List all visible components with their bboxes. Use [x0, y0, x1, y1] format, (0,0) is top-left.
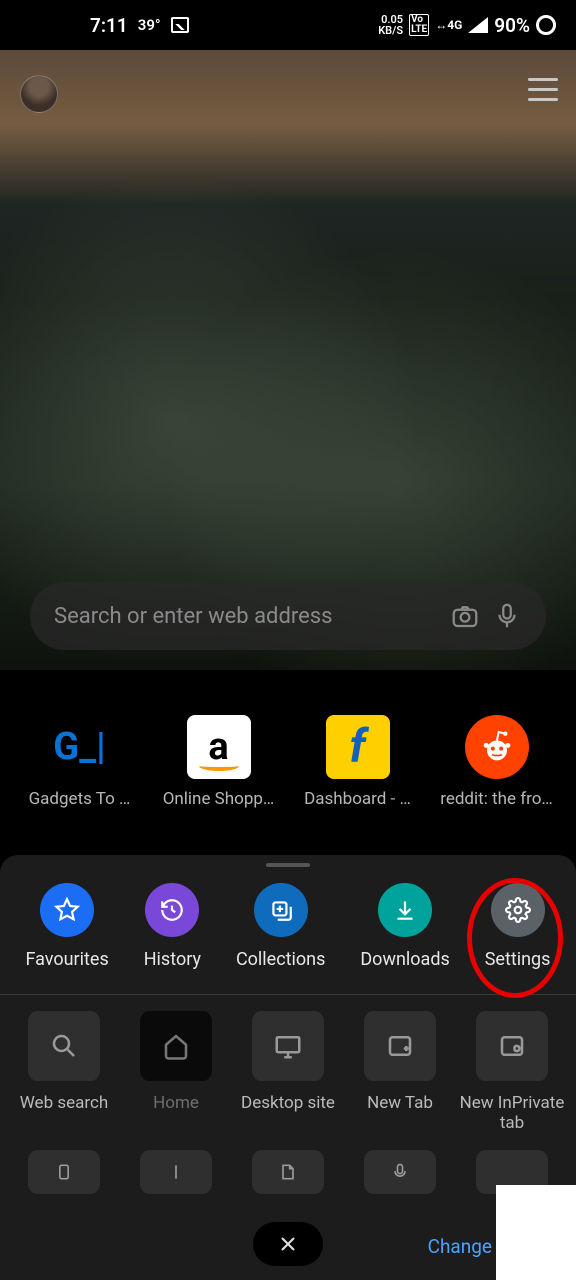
action-partial-3[interactable] [233, 1150, 343, 1194]
gadgets-icon: G_| [48, 715, 112, 779]
menu-label: Collections [236, 949, 325, 970]
menu-label: Downloads [360, 949, 449, 970]
menu-label: Favourites [25, 949, 108, 970]
menu-button[interactable] [528, 78, 558, 101]
close-button[interactable] [253, 1222, 323, 1266]
action-web-search[interactable]: Web search [9, 1011, 119, 1134]
change-link[interactable]: Change [428, 1235, 492, 1258]
download-icon [378, 883, 432, 937]
menu-collections[interactable]: Collections [236, 883, 325, 970]
shortcut-label: Online Shopp… [154, 789, 284, 809]
menu-settings[interactable]: Settings [485, 883, 551, 970]
bottom-sheet: Favourites History Collections Downloads… [0, 855, 576, 1280]
action-desktop-site[interactable]: Desktop site [233, 1011, 343, 1134]
shortcut-amazon[interactable]: a Online Shopp… [154, 715, 284, 809]
mic-icon[interactable] [492, 601, 522, 631]
history-icon [145, 883, 199, 937]
menu-label: History [144, 949, 201, 970]
star-icon [40, 883, 94, 937]
action-new-inprivate[interactable]: New InPrivate tab [457, 1011, 567, 1134]
shortcut-label: Dashboard - … [293, 789, 423, 809]
dim-overlay [0, 50, 576, 670]
menu-favourites[interactable]: Favourites [25, 883, 108, 970]
search-bar[interactable]: Search or enter web address [30, 582, 546, 650]
shortcut-reddit[interactable]: reddit: the fro… [432, 715, 562, 809]
loading-ring-icon [536, 15, 556, 35]
shortcut-flipkart[interactable]: f Dashboard - … [293, 715, 423, 809]
action-partial-4[interactable] [345, 1150, 455, 1194]
menu-downloads[interactable]: Downloads [360, 883, 449, 970]
menu-history[interactable]: History [144, 883, 201, 970]
collections-icon [254, 883, 308, 937]
action-partial-1[interactable] [9, 1150, 119, 1194]
action-label: Home [153, 1093, 199, 1113]
shortcut-label: reddit: the fro… [432, 789, 562, 809]
action-partial-2[interactable] [121, 1150, 231, 1194]
shortcut-label: Gadgets To … [15, 789, 145, 809]
action-label: Web search [20, 1093, 109, 1113]
status-temp: 39° [138, 16, 161, 34]
signal-icon [468, 17, 488, 33]
image-icon [171, 17, 189, 33]
status-battery: 90% [494, 14, 530, 37]
status-bar: 7:11 39° 0.05 KB/S VoLTE ↔4G 90% [0, 0, 576, 50]
status-time: 7:11 [90, 14, 128, 37]
camera-icon[interactable] [450, 601, 480, 631]
menu-label: Settings [485, 949, 551, 970]
network-icon: ↔4G [435, 18, 462, 32]
flipkart-icon: f [326, 715, 390, 779]
white-overlay [496, 1185, 576, 1280]
amazon-icon: a [187, 715, 251, 779]
action-label: Desktop site [241, 1093, 335, 1113]
shortcut-gadgets[interactable]: G_| Gadgets To … [15, 715, 145, 809]
profile-avatar[interactable] [20, 75, 58, 113]
action-label: New Tab [367, 1093, 433, 1113]
volte-icon: VoLTE [409, 14, 429, 36]
action-label: New InPrivate tab [457, 1093, 567, 1134]
action-home[interactable]: Home [121, 1011, 231, 1134]
reddit-icon [465, 715, 529, 779]
status-kbps: 0.05 KB/S [378, 14, 403, 36]
search-placeholder: Search or enter web address [54, 604, 438, 629]
gear-icon [491, 883, 545, 937]
shortcuts-row: G_| Gadgets To … a Online Shopp… f Dashb… [0, 715, 576, 809]
action-new-tab[interactable]: New Tab [345, 1011, 455, 1134]
